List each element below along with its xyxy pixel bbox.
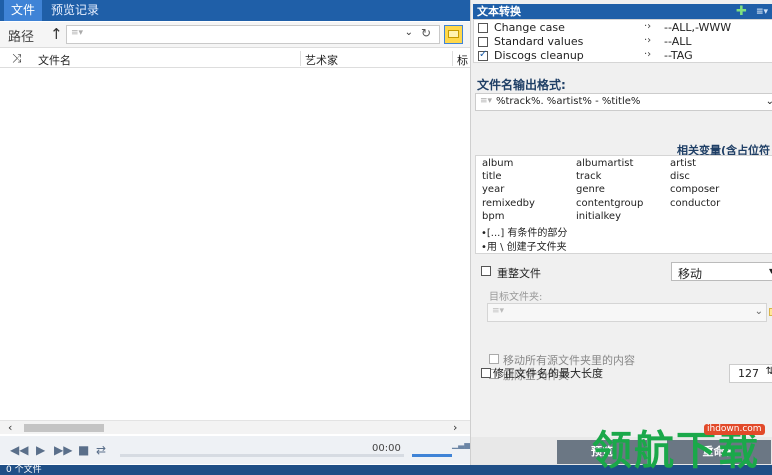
volume-icon: ▁▃▅ [452,440,471,449]
target-folder-label: 目标文件夹: [489,292,543,303]
variable[interactable]: title [482,171,502,182]
list-item[interactable]: Change case ·› --ALL,-WWW [478,21,772,35]
reorganize-label: 重整文件 [497,267,541,280]
hint-conditional: •[...] 有条件的部分 [481,228,568,239]
list-icon: ≡▾ [71,28,84,38]
shuffle-icon[interactable]: ⤨ [12,51,22,66]
horizontal-scrollbar[interactable]: ‹ › [0,420,470,434]
format-label: 文件名输出格式: [477,78,566,92]
checkbox-checked[interactable] [478,49,488,61]
list-icon: ≡▾ [492,306,505,316]
target-folder-input[interactable]: ≡▾ ⌄ [487,303,767,322]
list-item[interactable]: Discogs cleanup ·› --TAG [478,49,772,63]
rule-name: Change case [494,21,565,34]
checkbox[interactable] [478,23,488,33]
list-icon: ≡▾ [480,96,493,106]
preview-button[interactable]: 预览 [557,440,647,464]
variable[interactable]: bpm [482,211,504,222]
column-filename[interactable]: 文件名 [38,52,71,68]
play-icon[interactable]: ▶ [36,443,45,457]
scroll-left-icon[interactable]: ‹ [8,421,12,434]
text-replace-list: Change case ·› --ALL,-WWW Standard value… [473,19,772,63]
rule-value: --ALL [664,35,692,48]
tab-files[interactable]: 文件 [4,0,43,21]
rename-panel: 文本转换 ✚ ≡▾ Change case ·› --ALL,-WWW Stan… [470,0,772,465]
variable[interactable]: disc [670,171,690,182]
checkbox[interactable] [489,354,499,364]
variable[interactable]: remixedby [482,198,535,209]
hint-subfolder: •用 \ 创建子文件夹 [481,242,567,253]
checkbox[interactable] [478,37,488,47]
file-list[interactable] [0,69,470,419]
repeat-icon[interactable]: ⇄ [96,443,106,457]
chevron-down-icon[interactable]: ⌄ [405,27,413,38]
rule-value: --TAG [664,49,693,62]
list-icon[interactable]: ≡▾ [756,5,768,20]
arrow-icon: ·› [644,35,652,46]
text-replace-title: 文本转换 [477,5,521,18]
variable[interactable]: album [482,158,513,169]
format-input[interactable]: ≡▾ %track%. %artist% - %title% ⌄ [475,93,772,111]
column-divider[interactable] [452,51,453,66]
max-length-label: 修正文件名的最大长度 [493,367,603,380]
column-divider[interactable] [300,51,301,66]
scrollbar-thumb[interactable] [24,424,104,432]
variable[interactable]: conductor [670,198,720,209]
reorganize-row: 重整文件 移动 ▾ [475,262,772,282]
text-replace-header: 文本转换 ✚ ≡▾ [473,4,772,19]
path-label: 路径 [8,30,35,45]
rule-name: Standard values [494,35,584,48]
move-mode-value: 移动 [678,267,703,281]
variable[interactable]: year [482,184,504,195]
add-icon[interactable]: ✚ [736,4,747,19]
rule-value: --ALL,-WWW [664,21,732,34]
format-value: %track%. %artist% - %title% [496,96,641,107]
variable[interactable]: albumartist [576,158,633,169]
scroll-right-icon[interactable]: › [453,421,457,434]
max-length-row: 修正文件名的最大长度 127 ⇅ [475,364,772,384]
arrow-icon: ·› [644,21,652,32]
list-item[interactable]: Standard values ·› --ALL [478,35,772,49]
variable[interactable]: artist [670,158,696,169]
tab-bar: 文件 预览记录 [0,0,470,21]
path-input[interactable]: ≡▾ ⌄ ↻ [66,25,440,44]
refresh-icon[interactable]: ↻ [421,26,431,40]
chevron-down-icon[interactable]: ⌄ [755,306,763,317]
path-bar: 路径 ↑ ≡▾ ⌄ ↻ [0,22,470,48]
player-bar: ◀◀ ▶ ▶▶ ■ ⇄ 00:00 ▁▃▅ [0,436,470,464]
spin-icon[interactable]: ⇅ [766,366,772,377]
volume-slider[interactable] [412,454,452,457]
rule-name: Discogs cleanup [494,49,584,62]
max-length-value: 127 [738,367,759,380]
up-folder-icon[interactable]: ↑ [50,25,63,43]
playback-time: 00:00 [372,443,401,454]
variable[interactable]: track [576,171,601,182]
variable[interactable]: genre [576,184,605,195]
browse-folder-button[interactable] [444,25,463,44]
stop-icon[interactable]: ■ [78,443,89,457]
arrow-icon: ·› [644,49,652,60]
folder-icon [448,30,459,38]
file-pane: 文件 预览记录 路径 ↑ ≡▾ ⌄ ↻ ⤨ 文件名 艺术家 标 ‹ › ◀◀ ▶… [0,0,470,475]
variable[interactable]: composer [670,184,719,195]
variables-list: album albumartist artist title track dis… [475,155,772,254]
variable[interactable]: initialkey [576,211,621,222]
column-title[interactable]: 标 [457,52,468,68]
max-length-checkbox[interactable] [481,368,491,378]
max-length-stepper[interactable]: 127 ⇅ [729,364,772,383]
rename-button[interactable]: 重命名 [667,440,771,464]
column-header: ⤨ 文件名 艺术家 标 [0,49,470,68]
chevron-down-icon[interactable]: ⌄ [766,96,772,107]
reorganize-checkbox[interactable] [481,266,491,276]
status-bar: 0 个文件 [0,465,772,475]
tab-preview-log[interactable]: 预览记录 [44,0,106,21]
seek-slider[interactable] [120,454,404,457]
action-bar: 预览 重命名 [471,437,772,465]
move-mode-select[interactable]: 移动 ▾ [671,262,772,281]
column-artist[interactable]: 艺术家 [305,52,338,68]
fast-forward-icon[interactable]: ▶▶ [54,443,72,457]
rewind-icon[interactable]: ◀◀ [10,443,28,457]
variable[interactable]: contentgroup [576,198,643,209]
